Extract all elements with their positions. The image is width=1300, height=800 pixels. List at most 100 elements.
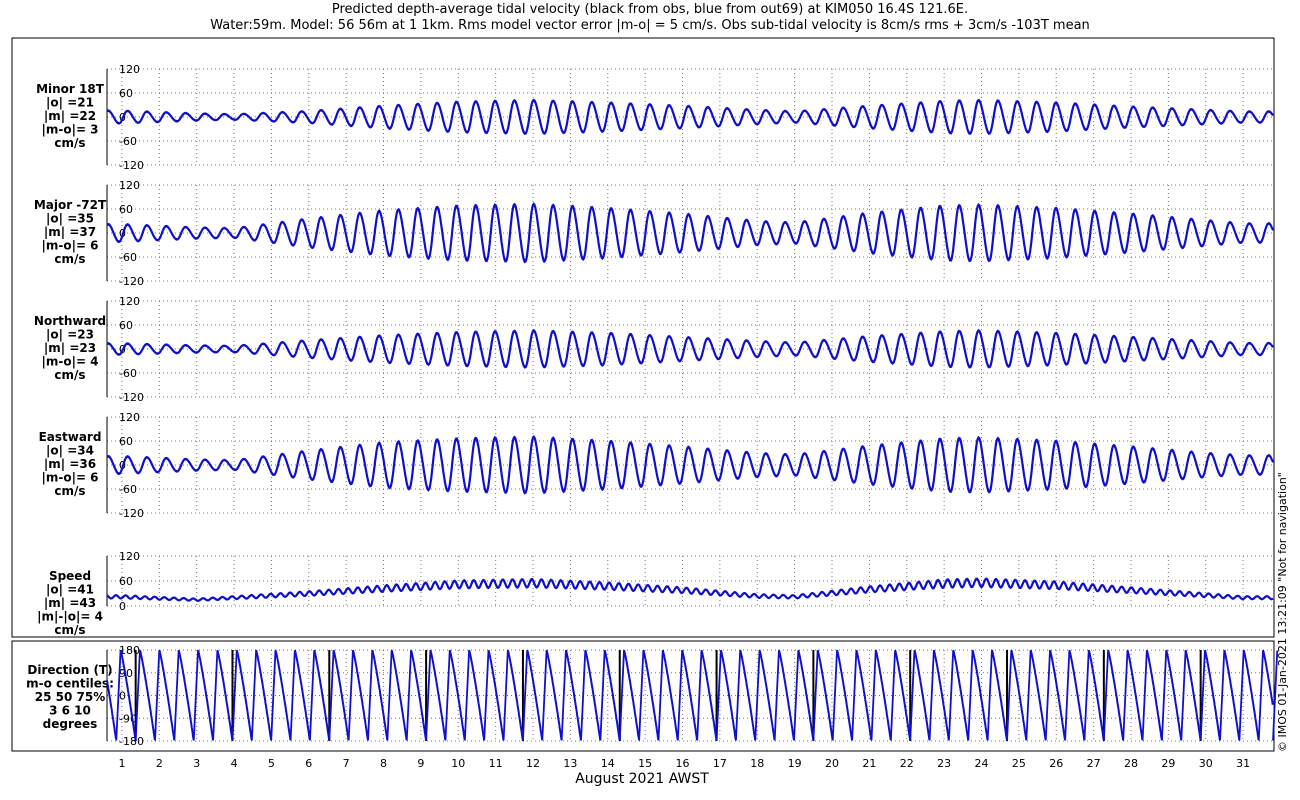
x-axis-label: August 2021 AWST (575, 771, 709, 787)
model-wrap-line (676, 650, 683, 741)
model-wrap-line (696, 650, 703, 741)
model-wrap-line (948, 650, 955, 741)
x-tick-label: 6 (305, 757, 312, 770)
y-tick-label: -120 (119, 507, 144, 520)
y-tick-label: -60 (119, 483, 137, 496)
model-series-line (106, 328, 1274, 369)
x-tick-label: 14 (601, 757, 615, 770)
y-tick-label: 0 (119, 690, 126, 703)
obs-series-line (106, 204, 1274, 262)
x-tick-label: 4 (231, 757, 238, 770)
panel-label-line: cm/s (54, 252, 85, 266)
panel-label-line: |m-o|= 6 (41, 471, 98, 485)
x-tick-label: 5 (268, 757, 275, 770)
model-wrap-line (1161, 650, 1168, 741)
y-tick-label: -60 (119, 135, 137, 148)
panel-label-line: Speed (49, 569, 91, 583)
panel-label-line: |m| =23 (44, 341, 96, 355)
panel-label-line: degrees (43, 717, 98, 731)
panel-label-line: Direction (T) (27, 663, 112, 677)
model-wrap-line (793, 650, 800, 741)
panel-label-line: |m| =22 (44, 109, 96, 123)
panel-direction: 180900-90-180Direction (T)m-o centiles:2… (26, 644, 1279, 748)
panel-label-line: cm/s (54, 623, 85, 637)
y-tick-label: 120 (119, 179, 140, 192)
model-wrap-line (192, 650, 199, 741)
y-tick-label: 60 (119, 435, 133, 448)
model-wrap-line (347, 650, 354, 741)
panel-label-line: |m| =43 (44, 596, 96, 610)
model-series-line (106, 577, 1274, 602)
x-tick-label: 9 (417, 757, 424, 770)
y-tick-label: -90 (119, 712, 137, 725)
model-wrap-line (212, 650, 219, 741)
model-series-line (106, 202, 1275, 264)
x-tick-label: 2 (156, 757, 163, 770)
y-tick-label: 120 (119, 63, 140, 76)
x-tick-label: 30 (1199, 757, 1213, 770)
panel-label-line: |o| =23 (46, 328, 94, 342)
panel-label-line: cm/s (54, 484, 85, 498)
panel-label-line: cm/s (54, 368, 85, 382)
panel-label-line: |m|-|o|= 4 (37, 610, 103, 624)
credit-text: © IMOS 01-Jan-2021 13:21:09 "Not for nav… (1276, 472, 1289, 752)
model-series-line (106, 649, 1274, 741)
y-tick-label: 120 (119, 295, 140, 308)
x-tick-label: 25 (1012, 757, 1026, 770)
y-tick-label: -120 (119, 275, 144, 288)
obs-series-line (107, 330, 1274, 368)
x-tick-label: 17 (713, 757, 727, 770)
panel-label-line: Northward (34, 314, 106, 328)
panel-label-line: Minor 18T (36, 82, 105, 96)
y-tick-label: 60 (119, 87, 133, 100)
x-tick-label: 13 (563, 757, 577, 770)
y-tick-label: 60 (119, 203, 133, 216)
panel-label-line: |o| =35 (46, 212, 94, 226)
model-wrap-line (463, 650, 470, 741)
y-tick-label: 60 (119, 319, 133, 332)
panel-northward: 120600-60-120Northward|o| =23|m| =23|m-o… (34, 295, 1274, 404)
tidal-velocity-chart: 120600-60-120Minor 18T|o| =21|m| =22|m-o… (11, 37, 1279, 787)
panel-label-line: |m| =37 (44, 225, 96, 239)
model-series-line (106, 435, 1275, 495)
panel-speed: 120 60 0 Speed|o| =41|m| =43|m|-|o|= 4cm/s (37, 550, 1274, 637)
model-wrap-line (1044, 650, 1051, 741)
x-tick-label: 12 (526, 757, 540, 770)
x-tick-label: 19 (788, 757, 802, 770)
panel-eastward: 120600-60-120Eastward|o| =34|m| =36|m-o|… (39, 411, 1275, 520)
x-tick-label: 22 (900, 757, 914, 770)
x-tick-label: 15 (638, 757, 652, 770)
panel-label-line: |o| =41 (46, 583, 94, 597)
model-wrap-line (444, 650, 451, 741)
x-tick-label: 1 (118, 757, 125, 770)
y-tick-label: -60 (119, 367, 137, 380)
x-tick-label: 3 (193, 757, 200, 770)
panel-major: 120600-60-120Major -72T|o| =35|m| =37|m-… (34, 179, 1275, 288)
x-tick-label: 24 (975, 757, 989, 770)
panel-label-line: |m| =36 (44, 457, 96, 471)
x-tick-label: 31 (1236, 757, 1250, 770)
y-tick-label: -60 (119, 251, 137, 264)
y-tick-label: 0 (119, 600, 126, 613)
model-wrap-line (1083, 650, 1090, 741)
x-tick-label: 21 (862, 757, 876, 770)
panel-label-line: m-o centiles: (26, 677, 114, 691)
x-tick-label: 16 (676, 757, 690, 770)
obs-series-line (106, 437, 1274, 493)
model-wrap-line (831, 650, 838, 741)
model-wrap-line (309, 650, 316, 741)
model-wrap-line (560, 650, 567, 741)
model-series-line (106, 98, 1274, 136)
x-tick-label: 23 (937, 757, 951, 770)
panel-label-line: Eastward (39, 430, 102, 444)
panel-label-line: 25 50 75% (35, 690, 105, 704)
panel-minor: 120600-60-120Minor 18T|o| =21|m| =22|m-o… (36, 63, 1274, 172)
x-tick-label: 27 (1087, 757, 1101, 770)
model-wrap-line (1180, 650, 1187, 741)
model-wrap-line (928, 650, 935, 741)
panel-label-line: |m-o|= 6 (41, 239, 98, 253)
y-tick-label: -120 (119, 159, 144, 172)
y-tick-label: 60 (119, 575, 133, 588)
panel-label-line: cm/s (54, 136, 85, 150)
model-wrap-line (1064, 650, 1071, 741)
